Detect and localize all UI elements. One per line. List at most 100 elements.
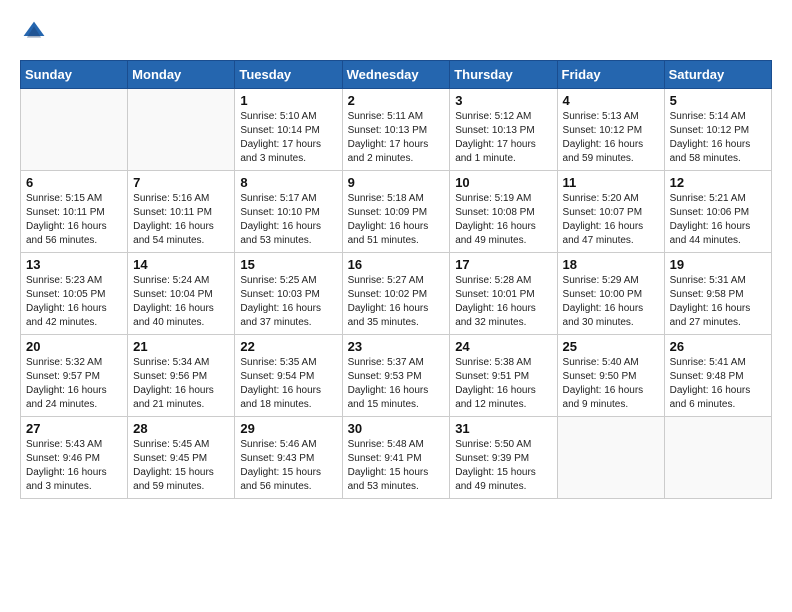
page-header	[20, 20, 772, 44]
day-info: Sunrise: 5:32 AM Sunset: 9:57 PM Dayligh…	[26, 356, 122, 412]
calendar-cell: 11Sunrise: 5:20 AM Sunset: 10:07 PM Dayl…	[557, 171, 664, 253]
day-info: Sunrise: 5:16 AM Sunset: 10:11 PM Daylig…	[133, 192, 229, 248]
weekday-header: Thursday	[450, 61, 557, 89]
day-number: 24	[455, 339, 551, 354]
day-info: Sunrise: 5:41 AM Sunset: 9:48 PM Dayligh…	[670, 356, 766, 412]
day-info: Sunrise: 5:45 AM Sunset: 9:45 PM Dayligh…	[133, 438, 229, 494]
calendar-cell: 28 Sunrise: 5:45 AM Sunset: 9:45 PM Dayli…	[128, 417, 235, 499]
logo-icon	[22, 20, 46, 44]
day-info: Sunrise: 5:17 AM Sunset: 10:10 PM Daylig…	[240, 192, 336, 248]
calendar-cell	[557, 417, 664, 499]
day-info: Sunrise: 5:14 AM Sunset: 10:12 PM Daylig…	[670, 110, 766, 166]
day-number: 20	[26, 339, 122, 354]
calendar-cell: 16Sunrise: 5:27 AM Sunset: 10:02 PM Dayl…	[342, 253, 450, 335]
day-number: 30	[348, 421, 445, 436]
calendar-cell: 1 Sunrise: 5:10 AM Sunset: 10:14 PM Dayli…	[235, 89, 342, 171]
calendar-cell: 14 Sunrise: 5:24 AM Sunset: 10:04 PM Dayl…	[128, 253, 235, 335]
day-number: 22	[240, 339, 336, 354]
day-number: 23	[348, 339, 445, 354]
day-number: 13	[26, 257, 122, 272]
weekday-header: Monday	[128, 61, 235, 89]
day-info: Sunrise: 5:24 AM Sunset: 10:04 PM Daylig…	[133, 274, 229, 330]
calendar-cell: 9 Sunrise: 5:18 AM Sunset: 10:09 PM Dayli…	[342, 171, 450, 253]
calendar-cell: 26 Sunrise: 5:41 AM Sunset: 9:48 PM Dayli…	[664, 335, 771, 417]
day-info: Sunrise: 5:50 AM Sunset: 9:39 PM Dayligh…	[455, 438, 551, 494]
weekday-header: Wednesday	[342, 61, 450, 89]
day-number: 10	[455, 175, 551, 190]
day-number: 12	[670, 175, 766, 190]
day-number: 6	[26, 175, 122, 190]
day-number: 26	[670, 339, 766, 354]
calendar-cell: 29 Sunrise: 5:46 AM Sunset: 9:43 PM Dayli…	[235, 417, 342, 499]
calendar-cell: 4Sunrise: 5:13 AM Sunset: 10:12 PM Dayli…	[557, 89, 664, 171]
calendar-cell	[21, 89, 128, 171]
calendar-week-row: 6 Sunrise: 5:15 AM Sunset: 10:11 PM Dayli…	[21, 171, 772, 253]
day-number: 17	[455, 257, 551, 272]
calendar-header-row: SundayMondayTuesdayWednesdayThursdayFrid…	[21, 61, 772, 89]
calendar-cell: 21 Sunrise: 5:34 AM Sunset: 9:56 PM Dayli…	[128, 335, 235, 417]
day-info: Sunrise: 5:21 AM Sunset: 10:06 PM Daylig…	[670, 192, 766, 248]
day-info: Sunrise: 5:31 AM Sunset: 9:58 PM Dayligh…	[670, 274, 766, 330]
calendar-week-row: 20 Sunrise: 5:32 AM Sunset: 9:57 PM Dayli…	[21, 335, 772, 417]
day-number: 3	[455, 93, 551, 108]
day-info: Sunrise: 5:13 AM Sunset: 10:12 PM Daylig…	[563, 110, 659, 166]
calendar-cell: 27 Sunrise: 5:43 AM Sunset: 9:46 PM Dayli…	[21, 417, 128, 499]
day-info: Sunrise: 5:12 AM Sunset: 10:13 PM Daylig…	[455, 110, 551, 166]
day-info: Sunrise: 5:34 AM Sunset: 9:56 PM Dayligh…	[133, 356, 229, 412]
calendar-cell: 25Sunrise: 5:40 AM Sunset: 9:50 PM Dayli…	[557, 335, 664, 417]
day-number: 1	[240, 93, 336, 108]
day-info: Sunrise: 5:28 AM Sunset: 10:01 PM Daylig…	[455, 274, 551, 330]
day-number: 29	[240, 421, 336, 436]
calendar-cell: 17 Sunrise: 5:28 AM Sunset: 10:01 PM Dayl…	[450, 253, 557, 335]
weekday-header: Sunday	[21, 61, 128, 89]
calendar-cell	[128, 89, 235, 171]
day-info: Sunrise: 5:11 AM Sunset: 10:13 PM Daylig…	[348, 110, 445, 166]
calendar-cell: 24 Sunrise: 5:38 AM Sunset: 9:51 PM Dayli…	[450, 335, 557, 417]
day-info: Sunrise: 5:10 AM Sunset: 10:14 PM Daylig…	[240, 110, 336, 166]
weekday-header: Tuesday	[235, 61, 342, 89]
weekday-header: Saturday	[664, 61, 771, 89]
day-info: Sunrise: 5:18 AM Sunset: 10:09 PM Daylig…	[348, 192, 445, 248]
day-info: Sunrise: 5:40 AM Sunset: 9:50 PM Dayligh…	[563, 356, 659, 412]
day-info: Sunrise: 5:48 AM Sunset: 9:41 PM Dayligh…	[348, 438, 445, 494]
calendar-cell: 8Sunrise: 5:17 AM Sunset: 10:10 PM Dayli…	[235, 171, 342, 253]
day-info: Sunrise: 5:29 AM Sunset: 10:00 PM Daylig…	[563, 274, 659, 330]
day-info: Sunrise: 5:43 AM Sunset: 9:46 PM Dayligh…	[26, 438, 122, 494]
day-info: Sunrise: 5:25 AM Sunset: 10:03 PM Daylig…	[240, 274, 336, 330]
calendar-cell: 30 Sunrise: 5:48 AM Sunset: 9:41 PM Dayli…	[342, 417, 450, 499]
day-number: 15	[240, 257, 336, 272]
day-info: Sunrise: 5:37 AM Sunset: 9:53 PM Dayligh…	[348, 356, 445, 412]
day-info: Sunrise: 5:23 AM Sunset: 10:05 PM Daylig…	[26, 274, 122, 330]
day-info: Sunrise: 5:20 AM Sunset: 10:07 PM Daylig…	[563, 192, 659, 248]
calendar-cell: 3 Sunrise: 5:12 AM Sunset: 10:13 PM Dayli…	[450, 89, 557, 171]
day-number: 31	[455, 421, 551, 436]
day-number: 9	[348, 175, 445, 190]
calendar-cell: 13 Sunrise: 5:23 AM Sunset: 10:05 PM Dayl…	[21, 253, 128, 335]
day-number: 21	[133, 339, 229, 354]
calendar-cell: 23 Sunrise: 5:37 AM Sunset: 9:53 PM Dayli…	[342, 335, 450, 417]
calendar-cell: 6 Sunrise: 5:15 AM Sunset: 10:11 PM Dayli…	[21, 171, 128, 253]
day-number: 14	[133, 257, 229, 272]
day-info: Sunrise: 5:15 AM Sunset: 10:11 PM Daylig…	[26, 192, 122, 248]
day-info: Sunrise: 5:35 AM Sunset: 9:54 PM Dayligh…	[240, 356, 336, 412]
calendar-cell: 2Sunrise: 5:11 AM Sunset: 10:13 PM Dayli…	[342, 89, 450, 171]
weekday-header: Friday	[557, 61, 664, 89]
calendar-cell: 20 Sunrise: 5:32 AM Sunset: 9:57 PM Dayli…	[21, 335, 128, 417]
logo	[20, 20, 46, 44]
day-info: Sunrise: 5:38 AM Sunset: 9:51 PM Dayligh…	[455, 356, 551, 412]
day-number: 28	[133, 421, 229, 436]
day-number: 18	[563, 257, 659, 272]
calendar-week-row: 13 Sunrise: 5:23 AM Sunset: 10:05 PM Dayl…	[21, 253, 772, 335]
calendar-cell: 22 Sunrise: 5:35 AM Sunset: 9:54 PM Dayli…	[235, 335, 342, 417]
day-number: 16	[348, 257, 445, 272]
calendar-cell: 7 Sunrise: 5:16 AM Sunset: 10:11 PM Dayli…	[128, 171, 235, 253]
calendar-cell: 31 Sunrise: 5:50 AM Sunset: 9:39 PM Dayli…	[450, 417, 557, 499]
calendar-cell: 18 Sunrise: 5:29 AM Sunset: 10:00 PM Dayl…	[557, 253, 664, 335]
day-info: Sunrise: 5:46 AM Sunset: 9:43 PM Dayligh…	[240, 438, 336, 494]
calendar-cell: 5 Sunrise: 5:14 AM Sunset: 10:12 PM Dayli…	[664, 89, 771, 171]
calendar-cell: 19Sunrise: 5:31 AM Sunset: 9:58 PM Dayli…	[664, 253, 771, 335]
calendar-cell: 10Sunrise: 5:19 AM Sunset: 10:08 PM Dayl…	[450, 171, 557, 253]
day-number: 27	[26, 421, 122, 436]
day-number: 5	[670, 93, 766, 108]
day-number: 7	[133, 175, 229, 190]
